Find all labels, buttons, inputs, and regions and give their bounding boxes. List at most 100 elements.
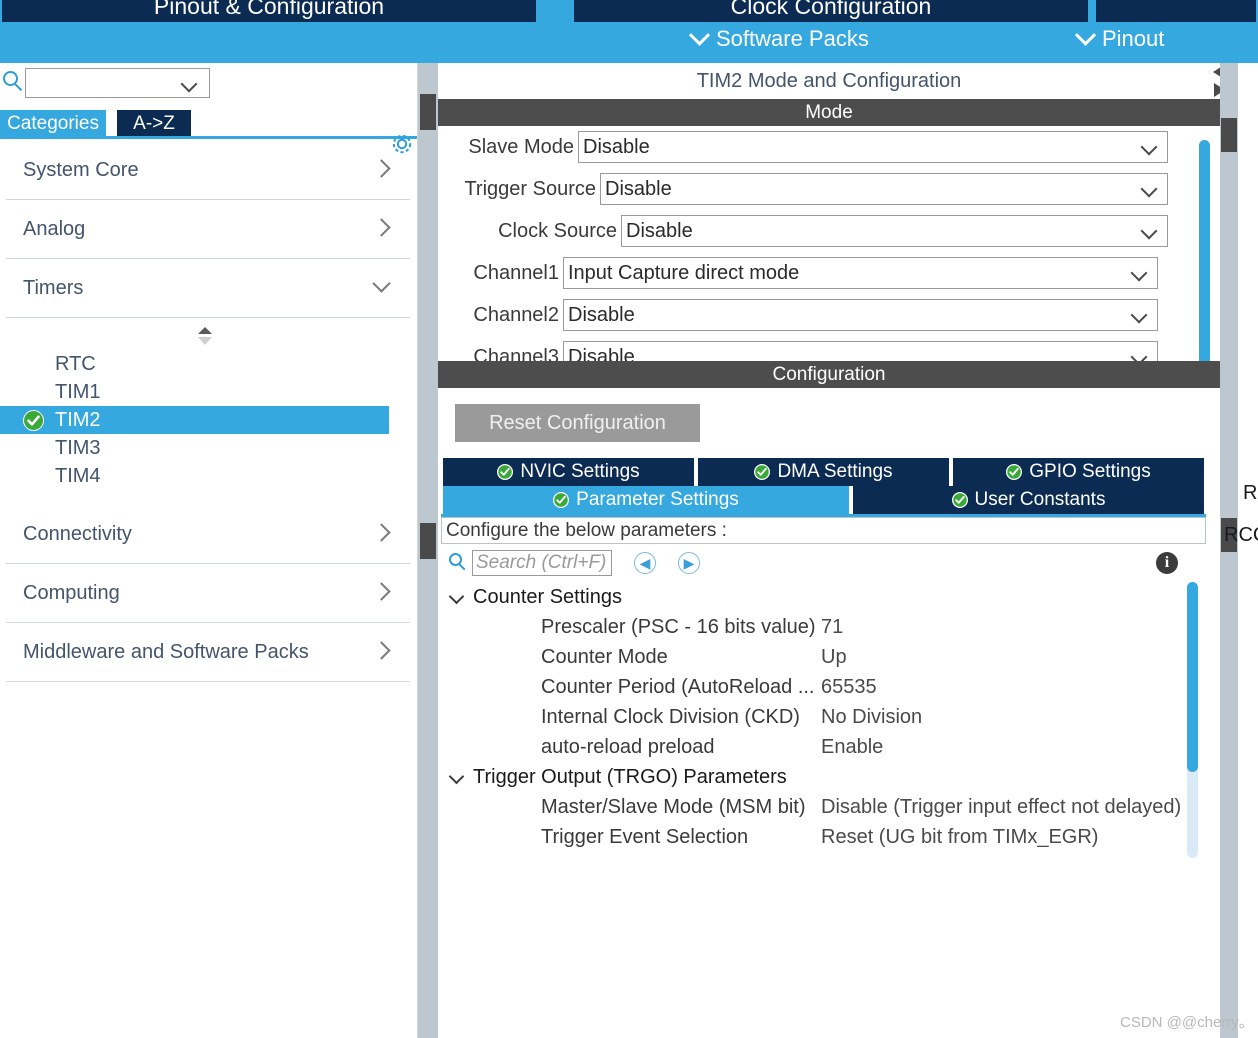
sidebar-group-timers[interactable]: Timers	[6, 259, 410, 318]
splitter-handle[interactable]	[420, 94, 436, 130]
right-splitter[interactable]	[1220, 63, 1238, 1038]
sidebar-group-middleware[interactable]: Middleware and Software Packs	[6, 623, 410, 682]
tab-user-constants[interactable]: User Constants	[851, 486, 1206, 514]
mode-label: Slave Mode	[468, 135, 574, 158]
sidebar-group-computing[interactable]: Computing	[6, 564, 410, 623]
sidebar-splitter[interactable]	[418, 63, 438, 1038]
menu-pinout-label: Pinout	[1102, 26, 1165, 51]
chevron-right-icon	[372, 523, 391, 542]
mode-row-trigger-source: Trigger Source Disable	[438, 168, 1220, 210]
chevron-down-icon	[448, 768, 465, 785]
config-tabs-row-1: NVIC Settings DMA Settings GPIO Settings	[441, 458, 1206, 486]
info-icon[interactable]: i	[1156, 552, 1178, 574]
menu-software-packs[interactable]: Software Packs	[688, 24, 869, 52]
clipped-label-rcc: RCC	[1224, 524, 1258, 546]
peripheral-label: RTC	[55, 352, 96, 375]
sidebar-group-label: Middleware and Software Packs	[23, 640, 309, 663]
tab-label: User Constants	[974, 489, 1106, 510]
tab-categories[interactable]: Categories	[0, 110, 106, 138]
list-item[interactable]: RTC	[0, 350, 417, 378]
configuration-section-header: Configuration	[438, 361, 1220, 388]
configure-hint-label: Configure the below parameters :	[446, 519, 727, 541]
menu-pinout[interactable]: Pinout	[1074, 24, 1165, 52]
param-key: Internal Clock Division (CKD)	[541, 705, 800, 728]
search-icon	[449, 553, 469, 573]
chevron-down-icon	[1130, 264, 1148, 282]
trigger-source-value: Disable	[605, 177, 672, 200]
parameter-tree: Counter Settings Prescaler (PSC - 16 bit…	[441, 582, 1206, 872]
sidebar-group-system-core[interactable]: System Core	[6, 141, 410, 200]
sidebar-filter-combo[interactable]	[25, 68, 210, 98]
list-item[interactable]: TIM4	[0, 462, 417, 490]
clock-source-select[interactable]: Disable	[621, 215, 1168, 247]
trigger-source-select[interactable]: Disable	[600, 173, 1168, 205]
list-item-tim2[interactable]: TIM2	[0, 406, 389, 434]
gear-icon[interactable]	[389, 131, 415, 157]
splitter-handle[interactable]	[1221, 118, 1237, 152]
sidebar-group-connectivity[interactable]: Connectivity	[6, 505, 410, 564]
splitter-handle[interactable]	[420, 523, 436, 559]
chevron-left-circle-icon[interactable]: ◀	[634, 552, 656, 574]
search-input[interactable]	[472, 550, 612, 576]
tab-pinout-configuration[interactable]: Pinout & Configuration	[0, 0, 538, 22]
table-row[interactable]: Master/Slave Mode (MSM bit) Disable (Tri…	[441, 792, 1206, 822]
table-row[interactable]: Prescaler (PSC - 16 bits value) 71	[441, 612, 1206, 642]
sidebar-group-label: Analog	[23, 217, 86, 240]
list-item[interactable]: TIM3	[0, 434, 417, 462]
check-ok-icon	[553, 492, 570, 508]
mode-body: Slave Mode Disable Trigger Source Disabl…	[438, 126, 1220, 361]
sidebar-group-label: Connectivity	[23, 522, 132, 545]
configure-hint-bar: Configure the below parameters :	[441, 517, 1206, 544]
list-spinner-icon[interactable]	[196, 326, 214, 346]
channel3-select[interactable]: Disable	[563, 341, 1158, 361]
chevron-down-icon	[1130, 348, 1148, 361]
chevron-down-icon	[1140, 138, 1158, 156]
mode-label: Channel3	[473, 345, 559, 362]
tree-group-trigger-output[interactable]: Trigger Output (TRGO) Parameters	[441, 762, 1206, 792]
check-ok-icon	[754, 464, 771, 480]
channel1-select[interactable]: Input Capture direct mode	[563, 257, 1158, 289]
tab-clock-configuration[interactable]: Clock Configuration	[572, 0, 1090, 22]
chevron-right-circle-icon[interactable]: ▶	[678, 552, 700, 574]
peripheral-label: TIM3	[55, 436, 101, 459]
table-row[interactable]: Counter Period (AutoReload ... 65535	[441, 672, 1206, 702]
table-row[interactable]: Internal Clock Division (CKD) No Divisio…	[441, 702, 1206, 732]
param-key: Master/Slave Mode (MSM bit)	[541, 795, 806, 818]
tab-extra[interactable]	[1094, 0, 1258, 22]
mode-row-channel1: Channel1 Input Capture direct mode	[438, 252, 1220, 294]
param-value: 65535	[821, 675, 877, 698]
sidebar-view-tabs: Categories A->Z	[0, 110, 417, 139]
mode-label: Trigger Source	[464, 177, 596, 200]
list-item[interactable]: TIM1	[0, 378, 417, 406]
tab-underline	[0, 136, 417, 139]
slave-mode-select[interactable]: Disable	[578, 131, 1168, 163]
parameter-search-bar: ◀ ▶ i	[441, 544, 1206, 582]
channel2-select[interactable]: Disable	[563, 299, 1158, 331]
mode-label: Channel1	[473, 261, 559, 284]
tab-label: Parameter Settings	[576, 489, 739, 510]
tab-gpio-settings[interactable]: GPIO Settings	[951, 458, 1206, 486]
tab-a-to-z[interactable]: A->Z	[117, 110, 191, 138]
channel2-value: Disable	[568, 303, 635, 326]
reset-configuration-button[interactable]: Reset Configuration	[455, 404, 700, 442]
param-key: Prescaler (PSC - 16 bits value)	[541, 615, 816, 638]
tab-parameter-settings[interactable]: Parameter Settings	[441, 486, 851, 514]
main-config-panel: TIM2 Mode and Configuration Mode Slave M…	[438, 63, 1220, 1038]
param-key: Counter Mode	[541, 645, 668, 668]
slave-mode-value: Disable	[583, 135, 650, 158]
sidebar-search-row	[0, 63, 417, 110]
channel3-value: Disable	[568, 345, 635, 362]
sidebar-group-label: Timers	[23, 276, 84, 299]
sidebar-group-label: Computing	[23, 581, 120, 604]
table-row[interactable]: auto-reload preload Enable	[441, 732, 1206, 762]
peripheral-sidebar: Categories A->Z System Core Analog Timer…	[0, 63, 418, 1038]
check-ok-icon	[951, 492, 968, 508]
tab-dma-settings[interactable]: DMA Settings	[696, 458, 951, 486]
tree-group-counter-settings[interactable]: Counter Settings	[441, 582, 1206, 612]
table-row[interactable]: Trigger Event Selection Reset (UG bit fr…	[441, 822, 1206, 852]
config-tabs-row-2: Parameter Settings User Constants	[441, 486, 1206, 514]
tab-nvic-settings[interactable]: NVIC Settings	[441, 458, 696, 486]
top-menu-row: Software Packs Pinout	[0, 22, 1258, 63]
table-row[interactable]: Counter Mode Up	[441, 642, 1206, 672]
sidebar-group-analog[interactable]: Analog	[6, 200, 410, 259]
